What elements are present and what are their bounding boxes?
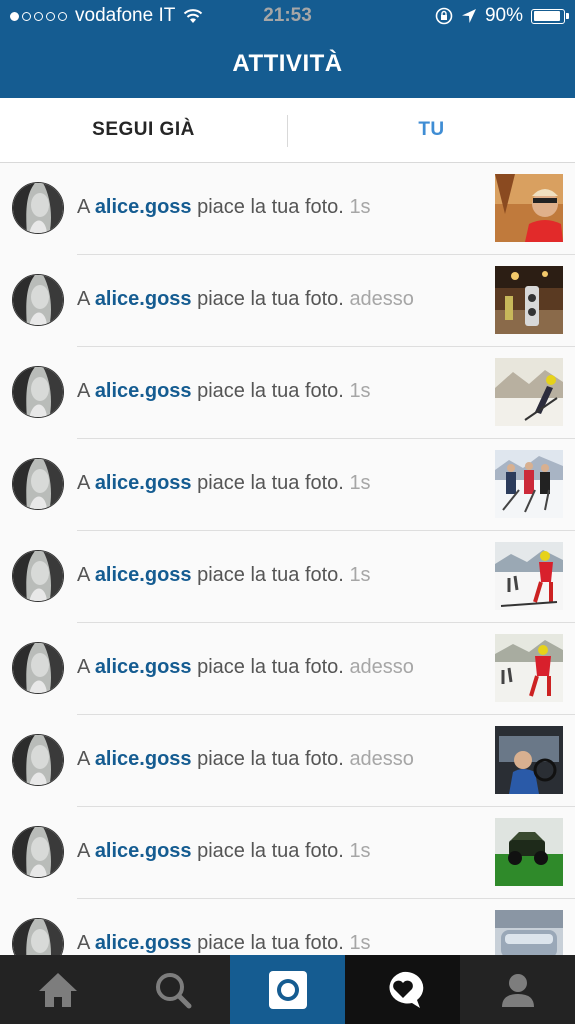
activity-text: A alice.goss piace la tua foto. 1s [77, 196, 371, 219]
activity-prefix: A [77, 748, 90, 770]
top-bar: vodafone IT 21:53 90% ATTIVITÀ [0, 0, 575, 98]
skier-photo[interactable] [495, 634, 563, 702]
activity-action: piace la tua foto. [197, 840, 344, 862]
activity-prefix: A [77, 472, 90, 494]
activity-text: A alice.goss piace la tua foto. adesso [77, 656, 414, 679]
activity-time: 1s [349, 472, 371, 494]
avatar[interactable] [12, 182, 64, 234]
battery-percent: 90% [484, 5, 523, 26]
activity-prefix: A [77, 840, 90, 862]
activity-text: A alice.goss piace la tua foto. 1s [77, 472, 371, 495]
search-icon [155, 972, 191, 1008]
activity-prefix: A [77, 288, 90, 310]
username-link[interactable]: alice.goss [95, 748, 192, 770]
activity-action: piace la tua foto. [197, 564, 344, 586]
activity-row[interactable]: A alice.goss piace la tua foto. adesso [0, 255, 575, 347]
ski-boots-photo[interactable] [495, 266, 563, 334]
activity-time: 1s [349, 932, 371, 954]
activity-text: A alice.goss piace la tua foto. 1s [77, 564, 371, 587]
autumn-selfie-photo[interactable] [495, 174, 563, 242]
activity-action: piace la tua foto. [197, 288, 344, 310]
activity-text: A alice.goss piace la tua foto. 1s [77, 932, 371, 955]
camera-icon [268, 970, 307, 1009]
avatar[interactable] [12, 642, 64, 694]
activity-prefix: A [77, 564, 90, 586]
activity-time: 1s [349, 380, 371, 402]
activity-time: 1s [349, 840, 371, 862]
status-bar: vodafone IT 21:53 90% [0, 0, 575, 32]
avatar[interactable] [12, 550, 64, 602]
avatar[interactable] [12, 826, 64, 878]
activity-row[interactable]: A alice.goss piace la tua foto. 1s [0, 439, 575, 531]
profile-icon [501, 973, 534, 1007]
activity-prefix: A [77, 656, 90, 678]
car-interior-photo[interactable] [495, 726, 563, 794]
activity-action: piace la tua foto. [197, 932, 344, 954]
avatar[interactable] [12, 366, 64, 418]
off-road-photo[interactable] [495, 818, 563, 886]
battery-icon [531, 8, 569, 24]
activity-tabs: SEGUI GIÀ TU [0, 98, 575, 163]
snowy-cars-photo[interactable] [495, 910, 563, 955]
tab-search[interactable] [115, 955, 230, 1024]
tab-profile[interactable] [460, 955, 575, 1024]
location-arrow-icon [461, 9, 476, 23]
page-title: ATTIVITÀ [232, 50, 343, 77]
activity-icon [388, 971, 423, 1008]
tab-camera[interactable] [230, 955, 345, 1024]
skier-photo[interactable] [495, 542, 563, 610]
activity-prefix: A [77, 380, 90, 402]
activity-time: adesso [349, 748, 414, 770]
username-link[interactable]: alice.goss [95, 932, 192, 954]
activity-text: A alice.goss piace la tua foto. 1s [77, 380, 371, 403]
activity-time: adesso [349, 656, 414, 678]
ski-mountain-photo[interactable] [495, 358, 563, 426]
activity-row[interactable]: A alice.goss piace la tua foto. 1s [0, 347, 575, 439]
activity-text: A alice.goss piace la tua foto. 1s [77, 840, 371, 863]
username-link[interactable]: alice.goss [95, 196, 192, 218]
activity-action: piace la tua foto. [197, 656, 344, 678]
activity-action: piace la tua foto. [197, 196, 344, 218]
username-link[interactable]: alice.goss [95, 288, 192, 310]
activity-row[interactable]: A alice.goss piace la tua foto. adesso [0, 715, 575, 807]
activity-time: adesso [349, 288, 414, 310]
tab-following[interactable]: SEGUI GIÀ [0, 98, 287, 162]
ski-group-photo[interactable] [495, 450, 563, 518]
rotation-lock-icon [435, 7, 453, 25]
activity-text: A alice.goss piace la tua foto. adesso [77, 748, 414, 771]
avatar[interactable] [12, 458, 64, 510]
activity-prefix: A [77, 932, 90, 954]
activity-action: piace la tua foto. [197, 380, 344, 402]
avatar[interactable] [12, 734, 64, 786]
activity-time: 1s [349, 196, 371, 218]
activity-row[interactable]: A alice.goss piace la tua foto. 1s [0, 163, 575, 255]
tab-you[interactable]: TU [288, 98, 575, 162]
username-link[interactable]: alice.goss [95, 472, 192, 494]
avatar[interactable] [12, 274, 64, 326]
home-icon [38, 972, 77, 1007]
tab-activity[interactable] [345, 955, 460, 1024]
username-link[interactable]: alice.goss [95, 840, 192, 862]
activity-prefix: A [77, 196, 90, 218]
tab-home[interactable] [0, 955, 115, 1024]
activity-row[interactable]: A alice.goss piace la tua foto. 1s [0, 807, 575, 899]
activity-text: A alice.goss piace la tua foto. adesso [77, 288, 414, 311]
bottom-tab-bar [0, 955, 575, 1024]
activity-row[interactable]: A alice.goss piace la tua foto. 1s [0, 899, 575, 955]
activity-row[interactable]: A alice.goss piace la tua foto. 1s [0, 531, 575, 623]
activity-time: 1s [349, 564, 371, 586]
username-link[interactable]: alice.goss [95, 564, 192, 586]
activity-action: piace la tua foto. [197, 748, 344, 770]
activity-feed[interactable]: A alice.goss piace la tua foto. 1s A ali… [0, 163, 575, 955]
username-link[interactable]: alice.goss [95, 380, 192, 402]
username-link[interactable]: alice.goss [95, 656, 192, 678]
activity-row[interactable]: A alice.goss piace la tua foto. adesso [0, 623, 575, 715]
activity-action: piace la tua foto. [197, 472, 344, 494]
avatar[interactable] [12, 918, 64, 955]
